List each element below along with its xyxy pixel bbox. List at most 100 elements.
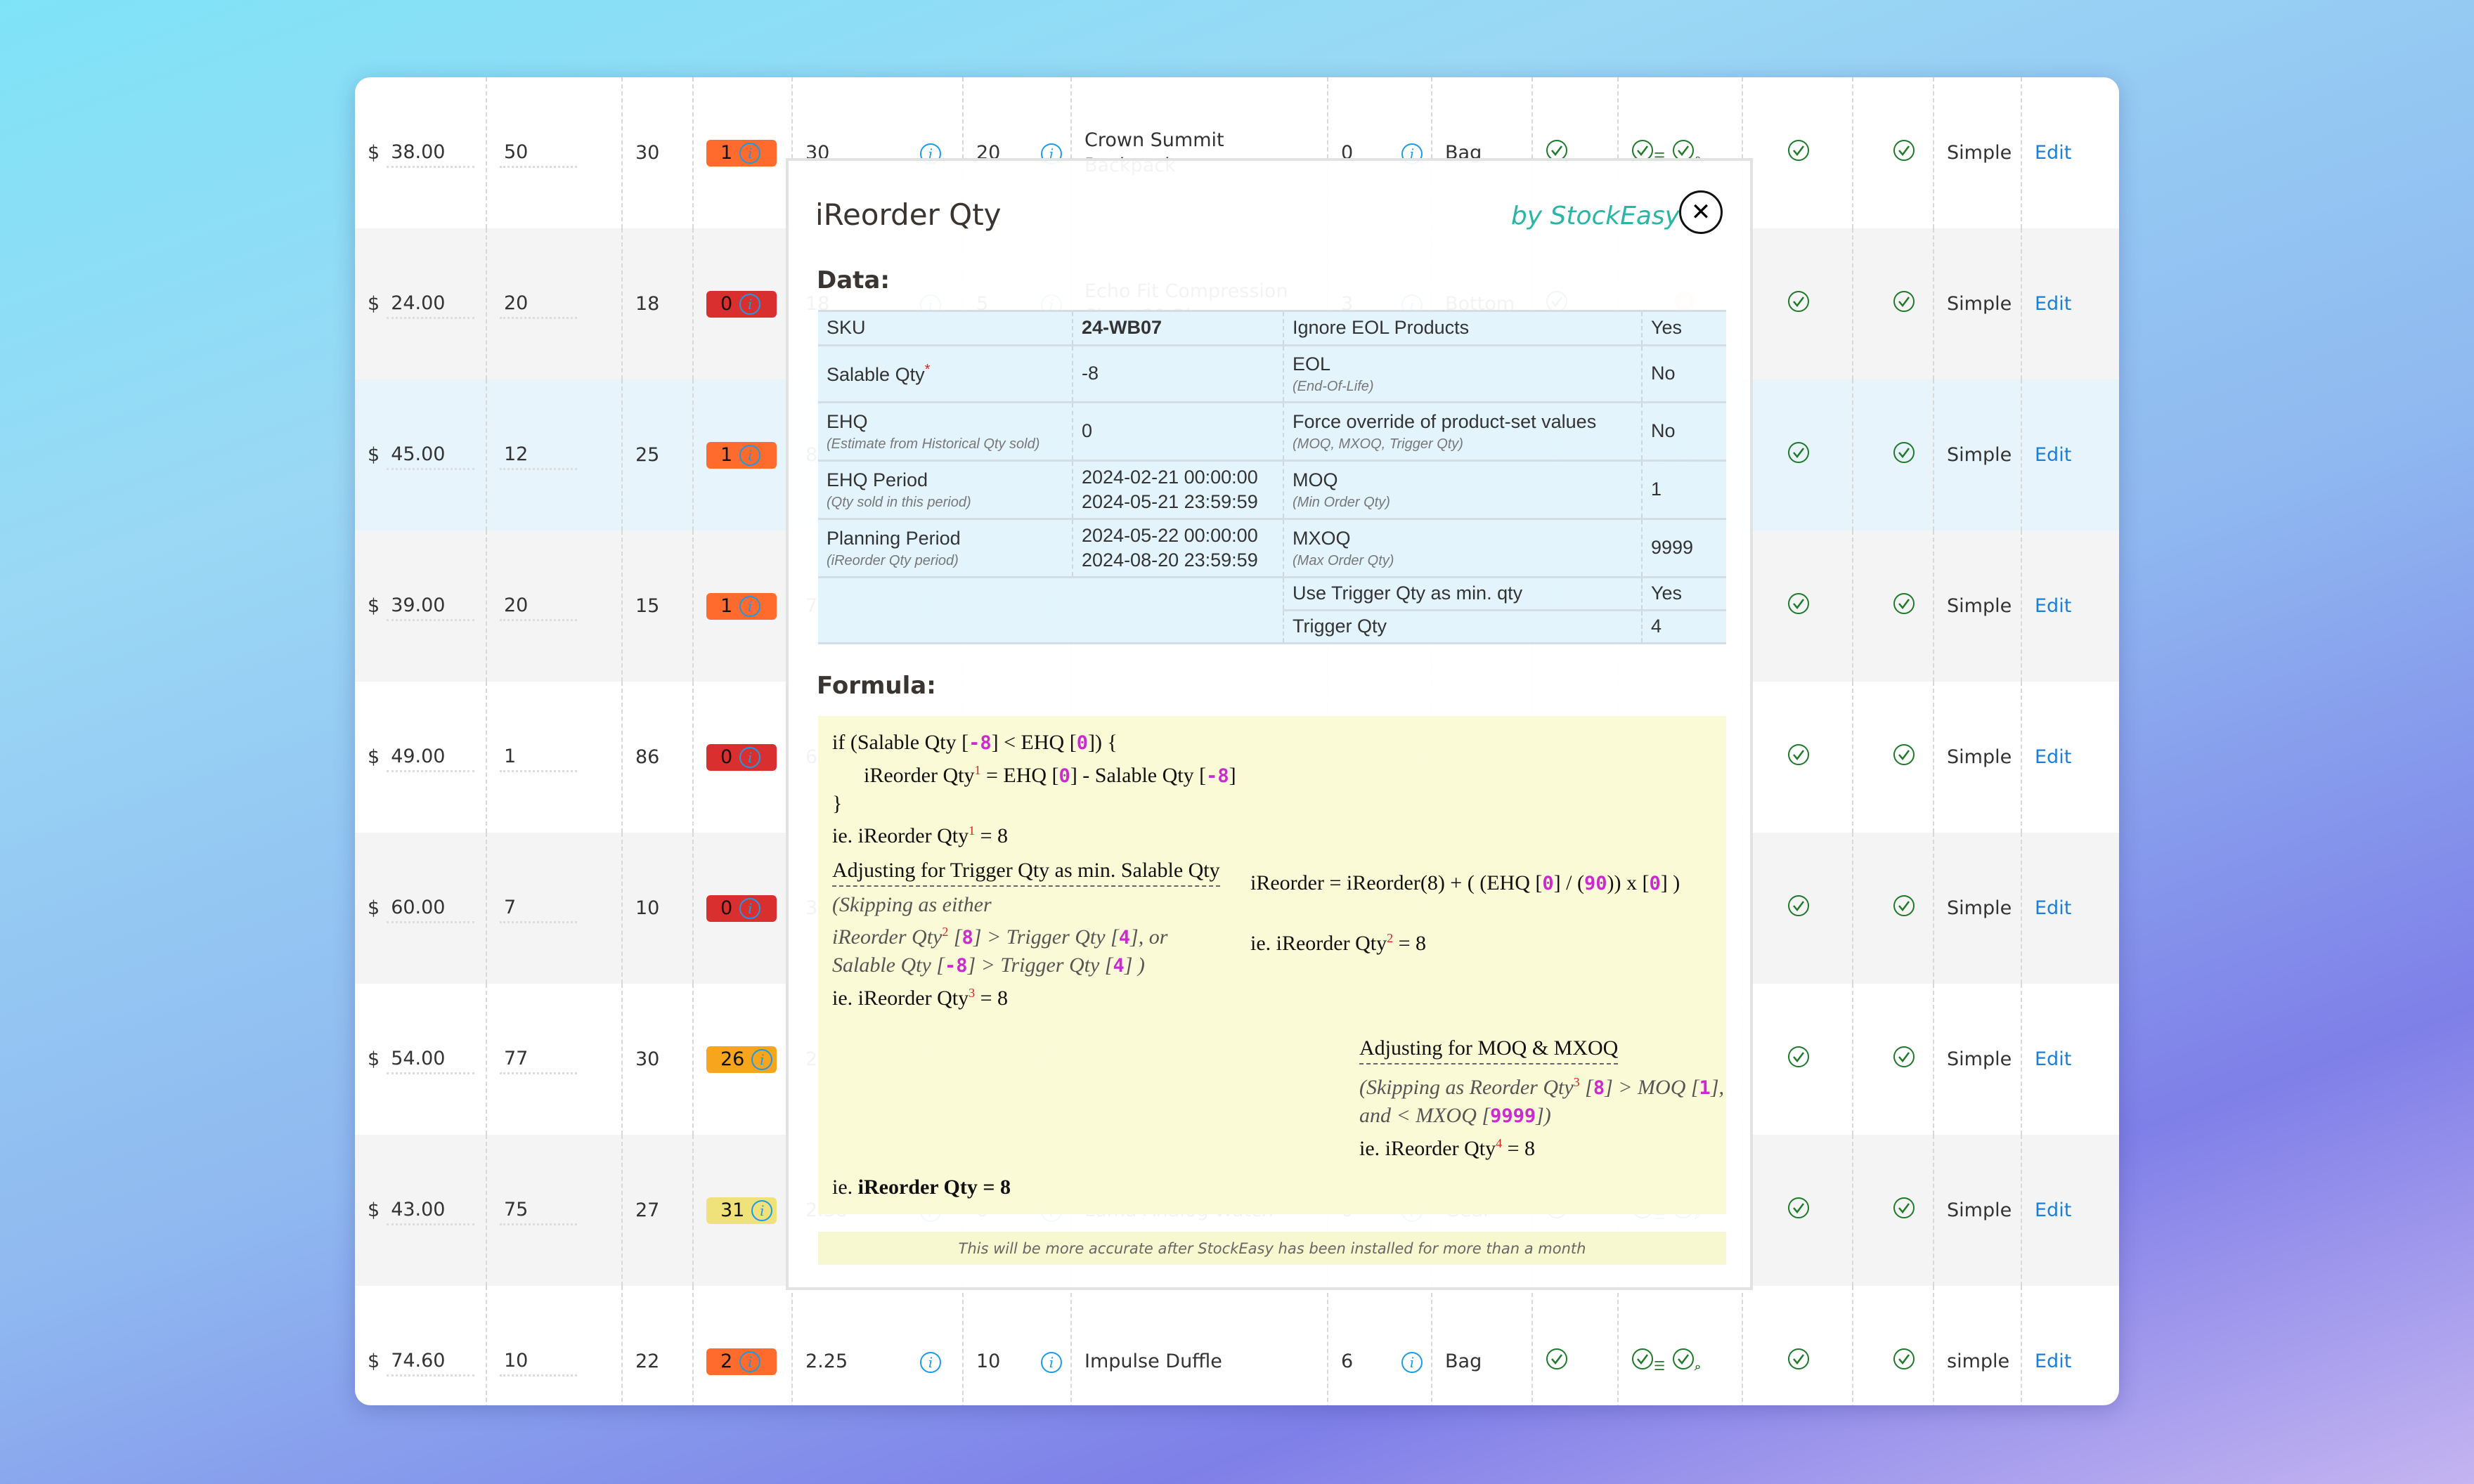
qty-input[interactable] (500, 289, 577, 319)
ehq-label: EHQ (827, 411, 868, 433)
check-list-icon[interactable]: ☰ (1631, 1348, 1665, 1375)
info-icon[interactable]: i (751, 1048, 773, 1070)
price-input[interactable]: 60.00 (387, 894, 475, 923)
info-icon[interactable]: i (1041, 1351, 1062, 1373)
close-button[interactable]: ✕ (1679, 190, 1723, 234)
currency-symbol: $ (368, 1350, 380, 1372)
ehq-period-end: 2024-05-21 23:59:59 (1082, 491, 1258, 512)
price-input[interactable]: 43.00 (387, 1196, 475, 1225)
qty-input[interactable] (500, 1044, 577, 1074)
reorder-badge[interactable]: 0i (706, 894, 777, 922)
formula-value: 9999 (1490, 1105, 1536, 1127)
price-input[interactable]: 49.00 (387, 743, 475, 772)
info-icon[interactable]: i (739, 595, 761, 617)
price-input[interactable]: 74.60 (387, 1347, 475, 1376)
check-search-icon[interactable]: ⌕ (1672, 1348, 1701, 1375)
reorder-badge[interactable]: 2i (706, 1348, 777, 1375)
sku-value: 24-WB07 (1073, 310, 1284, 346)
reorder-badge[interactable]: 0i (706, 743, 777, 771)
reorder-qty: 1 (720, 444, 733, 466)
table-cell (1743, 531, 1853, 682)
table-cell: 1i (694, 379, 793, 531)
formula-step: 2 (942, 925, 949, 939)
reorder-badge[interactable]: 0i (706, 290, 777, 318)
edit-link[interactable]: Edit (2035, 1199, 2071, 1221)
reorder-badge[interactable]: 1i (706, 441, 777, 469)
table-cell: Simple (1934, 228, 2022, 379)
ehq-period-label: EHQ Period (827, 469, 928, 491)
formula-line: ie. iReorder Qty4 = 8 (1359, 1130, 1724, 1162)
formula-value: 1 (1699, 1077, 1711, 1099)
edit-link[interactable]: Edit (2035, 897, 2071, 919)
reorder-badge[interactable]: 26 i (706, 1046, 777, 1073)
ignore-eol-label: Ignore EOL Products (1283, 310, 1643, 346)
table-cell: 2.25 i (793, 1286, 964, 1405)
qty-input[interactable] (500, 440, 577, 470)
formula-note: [ (1579, 1076, 1593, 1099)
ehq-value: 2.25 (805, 1350, 848, 1372)
stock-value: 22 (635, 1350, 660, 1372)
formula-note: ] ) (1124, 953, 1145, 977)
table-cell (1743, 228, 1853, 379)
formula-step: 4 (1496, 1136, 1503, 1150)
info-icon[interactable]: i (751, 1199, 773, 1221)
force-cell: Force override of product-set values (MOQ… (1283, 401, 1643, 462)
edit-link[interactable]: Edit (2035, 1350, 2071, 1372)
edit-link[interactable]: Edit (2035, 746, 2071, 768)
formula-note: ], or (1130, 925, 1168, 949)
edit-link[interactable]: Edit (2035, 595, 2071, 617)
info-icon[interactable]: i (739, 1350, 761, 1372)
qty-input[interactable] (500, 1346, 577, 1376)
stock-value: 25 (635, 444, 660, 466)
table-cell: Simple (1934, 531, 2022, 682)
reorder-badge[interactable]: 1i (706, 139, 777, 167)
formula-line: iReorder Qty2 [8] > Trigger Qty [4], or (832, 918, 1220, 951)
formula-value: 8 (961, 927, 973, 949)
info-icon[interactable]: i (920, 1351, 941, 1373)
qty-input[interactable] (500, 893, 577, 923)
eol-value: No (1642, 344, 1726, 403)
qty-input[interactable] (500, 742, 577, 772)
info-icon[interactable]: i (739, 444, 761, 466)
info-icon[interactable]: i (739, 746, 761, 768)
table-cell (1743, 1286, 1853, 1405)
formula-text: ] < EHQ [ (991, 731, 1077, 754)
formula-text: if (Salable Qty [ (832, 731, 969, 754)
accuracy-note: This will be more accurate after StockEa… (818, 1232, 1726, 1265)
moq-label: MOQ (1293, 469, 1338, 491)
check-icon (1787, 1197, 1810, 1224)
price-input[interactable]: 38.00 (387, 138, 475, 168)
edit-link[interactable]: Edit (2035, 293, 2071, 315)
qty-input[interactable] (500, 138, 577, 168)
price-input[interactable]: 39.00 (387, 592, 475, 621)
force-value: No (1642, 401, 1726, 462)
qty-input[interactable] (500, 591, 577, 621)
product-kind: Simple (1947, 1199, 2012, 1221)
formula-text: = EHQ [ (980, 764, 1059, 787)
reorder-qty: 0 (720, 746, 733, 768)
qty-input[interactable] (500, 1195, 577, 1225)
edit-link[interactable]: Edit (2035, 1048, 2071, 1070)
table-cell: $24.00 (355, 228, 487, 379)
check-icon (1546, 1348, 1568, 1375)
planning-period-label: Planning Period (827, 528, 961, 549)
edit-link[interactable]: Edit (2035, 142, 2071, 164)
table-cell: Edit (2022, 531, 2119, 682)
currency-symbol: $ (368, 1048, 380, 1070)
edit-link[interactable]: Edit (2035, 444, 2071, 466)
reorder-badge[interactable]: 31 i (706, 1197, 777, 1224)
table-cell (487, 984, 623, 1135)
price-input[interactable]: 54.00 (387, 1045, 475, 1074)
price-input[interactable]: 45.00 (387, 441, 475, 470)
formula-value: -8 (1206, 765, 1229, 787)
info-icon[interactable]: i (739, 293, 761, 315)
info-icon[interactable]: i (739, 897, 761, 919)
price-input[interactable]: 24.00 (387, 289, 475, 319)
formula-line: } (832, 790, 1236, 817)
check-icon (1893, 139, 1915, 167)
info-icon[interactable]: i (739, 142, 761, 164)
info-icon[interactable]: i (1401, 1351, 1423, 1373)
product-type: Bag (1445, 1350, 1482, 1372)
reorder-badge[interactable]: 1i (706, 592, 777, 620)
formula-text: ie. iReorder Qty (1359, 1137, 1496, 1160)
